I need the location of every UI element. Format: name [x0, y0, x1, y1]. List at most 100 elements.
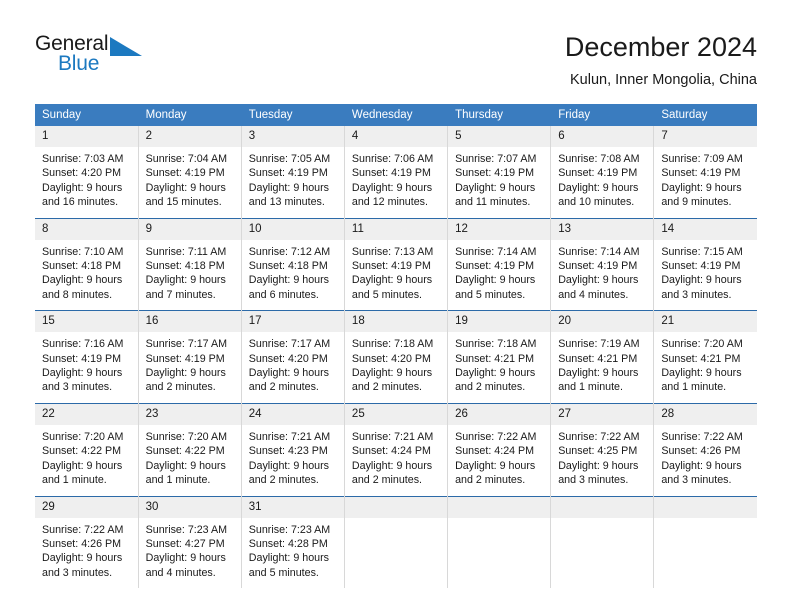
day-cell[interactable]: 12 Sunrise: 7:14 AM Sunset: 4:19 PM Dayl…	[447, 217, 551, 311]
day-info: Sunrise: 7:04 AM Sunset: 4:19 PM Dayligh…	[139, 147, 241, 218]
daylight-text-line1: Daylight: 9 hours	[455, 367, 536, 380]
day-cell[interactable]: 21 Sunrise: 7:20 AM Sunset: 4:21 PM Dayl…	[653, 310, 757, 404]
day-cell[interactable]: 28 Sunrise: 7:22 AM Sunset: 4:26 PM Dayl…	[653, 402, 757, 496]
daylight-text-line2: and 16 minutes.	[42, 196, 119, 209]
calendar-body: 1 Sunrise: 7:03 AM Sunset: 4:20 PM Dayli…	[35, 126, 757, 589]
day-info: Sunrise: 7:20 AM Sunset: 4:21 PM Dayligh…	[654, 332, 757, 403]
daylight-text-line2: and 4 minutes.	[145, 566, 216, 579]
sunrise-text: Sunrise: 7:22 AM	[455, 430, 537, 443]
day-number: 5	[448, 126, 551, 147]
daylight-text-line1: Daylight: 9 hours	[455, 274, 536, 287]
weekday-header-friday: Friday	[550, 104, 654, 126]
sunset-text: Sunset: 4:19 PM	[661, 260, 741, 273]
day-number: 21	[654, 311, 757, 333]
day-number: 13	[551, 218, 654, 240]
day-cell[interactable]: 31 Sunrise: 7:23 AM Sunset: 4:28 PM Dayl…	[240, 495, 345, 589]
day-info: Sunrise: 7:13 AM Sunset: 4:19 PM Dayligh…	[345, 240, 447, 311]
daylight-text-line1: Daylight: 9 hours	[351, 181, 433, 194]
day-cell[interactable]: 17 Sunrise: 7:17 AM Sunset: 4:20 PM Dayl…	[240, 310, 345, 404]
day-cell[interactable]: 15 Sunrise: 7:16 AM Sunset: 4:19 PM Dayl…	[35, 310, 139, 404]
day-number: 14	[654, 218, 757, 240]
sunset-text: Sunset: 4:20 PM	[248, 352, 328, 365]
daylight-text-line2: and 3 minutes.	[42, 566, 113, 579]
day-cell[interactable]: 11 Sunrise: 7:13 AM Sunset: 4:19 PM Dayl…	[343, 217, 448, 311]
day-cell[interactable]: 24 Sunrise: 7:21 AM Sunset: 4:23 PM Dayl…	[240, 402, 345, 496]
day-cell[interactable]: 14 Sunrise: 7:15 AM Sunset: 4:19 PM Dayl…	[653, 217, 757, 311]
day-cell[interactable]: 1 Sunrise: 7:03 AM Sunset: 4:20 PM Dayli…	[35, 126, 139, 219]
daylight-text-line2: and 15 minutes.	[145, 196, 222, 209]
day-info: Sunrise: 7:06 AM Sunset: 4:19 PM Dayligh…	[345, 147, 447, 218]
day-cell[interactable]: 30 Sunrise: 7:23 AM Sunset: 4:27 PM Dayl…	[137, 495, 242, 589]
day-info: Sunrise: 7:14 AM Sunset: 4:19 PM Dayligh…	[448, 240, 550, 311]
day-cell[interactable]: 25 Sunrise: 7:21 AM Sunset: 4:24 PM Dayl…	[343, 402, 448, 496]
sunset-text: Sunset: 4:19 PM	[42, 352, 122, 365]
brand-logo[interactable]: General Blue	[35, 32, 215, 84]
sunrise-text: Sunrise: 7:23 AM	[145, 523, 228, 536]
daylight-text-line2: and 7 minutes.	[145, 288, 216, 301]
day-info: Sunrise: 7:03 AM Sunset: 4:20 PM Dayligh…	[35, 147, 138, 218]
sunset-text: Sunset: 4:25 PM	[558, 445, 638, 458]
daylight-text-line1: Daylight: 9 hours	[558, 459, 639, 472]
day-cell[interactable]: 4 Sunrise: 7:06 AM Sunset: 4:19 PM Dayli…	[343, 126, 448, 219]
day-cell[interactable]: 29 Sunrise: 7:22 AM Sunset: 4:26 PM Dayl…	[35, 495, 139, 589]
day-cell[interactable]: 19 Sunrise: 7:18 AM Sunset: 4:21 PM Dayl…	[447, 310, 551, 404]
daylight-text-line1: Daylight: 9 hours	[42, 367, 123, 380]
daylight-text-line1: Daylight: 9 hours	[248, 181, 329, 194]
sunrise-text: Sunrise: 7:14 AM	[455, 245, 537, 258]
day-cell[interactable]: 5 Sunrise: 7:07 AM Sunset: 4:19 PM Dayli…	[447, 126, 551, 219]
sunset-text: Sunset: 4:22 PM	[42, 445, 122, 458]
daylight-text-line2: and 1 minute.	[42, 474, 107, 487]
day-cell[interactable]: 26 Sunrise: 7:22 AM Sunset: 4:24 PM Dayl…	[447, 402, 551, 496]
weekday-header-wednesday: Wednesday	[343, 104, 448, 126]
day-cell[interactable]: 10 Sunrise: 7:12 AM Sunset: 4:18 PM Dayl…	[240, 217, 345, 311]
day-number: 30	[138, 496, 241, 518]
daylight-text-line1: Daylight: 9 hours	[661, 274, 742, 287]
day-info: Sunrise: 7:18 AM Sunset: 4:21 PM Dayligh…	[448, 332, 550, 403]
calendar-header-row: Sunday Monday Tuesday Wednesday Thursday…	[35, 104, 757, 126]
page-title: December 2024	[564, 32, 757, 62]
sunset-text: Sunset: 4:21 PM	[455, 352, 535, 365]
day-cell[interactable]: 20 Sunrise: 7:19 AM Sunset: 4:21 PM Dayl…	[550, 310, 654, 404]
day-cell[interactable]: 8 Sunrise: 7:10 AM Sunset: 4:18 PM Dayli…	[35, 217, 139, 311]
day-info: Sunrise: 7:16 AM Sunset: 4:19 PM Dayligh…	[35, 332, 138, 403]
page-header: General Blue December 2024 Kulun, Inner …	[0, 0, 792, 100]
weekday-header-monday: Monday	[137, 104, 242, 126]
daylight-text-line2: and 3 minutes.	[661, 474, 732, 487]
daylight-text-line1: Daylight: 9 hours	[661, 181, 742, 194]
daylight-text-line1: Daylight: 9 hours	[351, 459, 433, 472]
day-info: Sunrise: 7:08 AM Sunset: 4:19 PM Dayligh…	[551, 147, 653, 218]
daylight-text-line2: and 2 minutes.	[248, 474, 319, 487]
daylight-text-line1: Daylight: 9 hours	[248, 274, 329, 287]
sunrise-text: Sunrise: 7:23 AM	[248, 523, 331, 536]
day-number: 4	[344, 126, 448, 147]
day-info: Sunrise: 7:23 AM Sunset: 4:27 PM Dayligh…	[139, 518, 241, 589]
daylight-text-line2: and 10 minutes.	[558, 196, 635, 209]
daylight-text-line2: and 11 minutes.	[455, 196, 531, 209]
day-cell[interactable]: 18 Sunrise: 7:18 AM Sunset: 4:20 PM Dayl…	[343, 310, 448, 404]
daylight-text-line2: and 8 minutes.	[42, 288, 113, 301]
sunrise-text: Sunrise: 7:21 AM	[351, 430, 434, 443]
day-number: 10	[241, 218, 344, 240]
day-cell[interactable]: 9 Sunrise: 7:11 AM Sunset: 4:18 PM Dayli…	[137, 217, 242, 311]
day-number: 24	[241, 403, 344, 425]
day-cell[interactable]: 2 Sunrise: 7:04 AM Sunset: 4:19 PM Dayli…	[137, 126, 242, 219]
sunset-text: Sunset: 4:20 PM	[351, 352, 431, 365]
calendar-table: Sunday Monday Tuesday Wednesday Thursday…	[35, 104, 757, 589]
daylight-text-line1: Daylight: 9 hours	[248, 459, 329, 472]
day-cell[interactable]: 3 Sunrise: 7:05 AM Sunset: 4:19 PM Dayli…	[240, 126, 345, 219]
sunrise-text: Sunrise: 7:22 AM	[42, 523, 124, 536]
day-cell[interactable]: 7 Sunrise: 7:09 AM Sunset: 4:19 PM Dayli…	[653, 126, 757, 219]
sunset-text: Sunset: 4:26 PM	[661, 445, 741, 458]
triangle-flag-icon	[110, 37, 142, 56]
sunset-text: Sunset: 4:20 PM	[42, 167, 122, 180]
sunset-text: Sunset: 4:23 PM	[248, 445, 328, 458]
sunrise-text: Sunrise: 7:12 AM	[248, 245, 331, 258]
day-cell[interactable]: 23 Sunrise: 7:20 AM Sunset: 4:22 PM Dayl…	[137, 402, 242, 496]
day-cell[interactable]: 13 Sunrise: 7:14 AM Sunset: 4:19 PM Dayl…	[550, 217, 654, 311]
day-cell[interactable]: 16 Sunrise: 7:17 AM Sunset: 4:19 PM Dayl…	[137, 310, 242, 404]
day-cell[interactable]: 6 Sunrise: 7:08 AM Sunset: 4:19 PM Dayli…	[550, 126, 654, 219]
day-info: Sunrise: 7:23 AM Sunset: 4:28 PM Dayligh…	[242, 518, 344, 589]
day-cell[interactable]: 27 Sunrise: 7:22 AM Sunset: 4:25 PM Dayl…	[550, 402, 654, 496]
day-cell[interactable]: 22 Sunrise: 7:20 AM Sunset: 4:22 PM Dayl…	[35, 402, 139, 496]
sunset-text: Sunset: 4:18 PM	[145, 260, 225, 273]
